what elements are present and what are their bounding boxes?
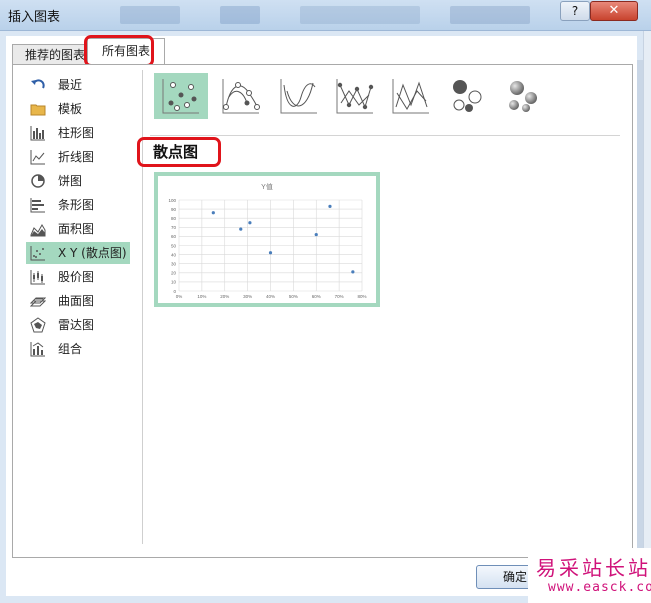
- y-tick-label: 50: [171, 243, 177, 248]
- x-tick-label: 70%: [335, 294, 344, 299]
- sidebar-item-label: 股价图: [58, 270, 95, 284]
- sidebar-item-area[interactable]: 面积图: [26, 218, 130, 240]
- scatter-point: [211, 211, 215, 215]
- sidebar-item-label: 饼图: [58, 174, 83, 188]
- window-edge: [643, 0, 651, 603]
- scatter-point: [328, 204, 332, 208]
- sidebar-item-label: 条形图: [58, 198, 95, 212]
- window-title: 插入图表: [8, 10, 61, 25]
- scatter-point: [268, 251, 273, 255]
- scatter-straight-lines-markers-icon: [336, 79, 374, 114]
- scatter-smooth-lines-markers-icon: [222, 79, 260, 114]
- x-tick-label: 40%: [266, 294, 275, 299]
- sidebar-item-pie[interactable]: 饼图: [26, 170, 130, 192]
- x-tick-label: 30%: [243, 294, 252, 299]
- window-scrollbar[interactable]: [637, 60, 643, 600]
- x-tick-label: 60%: [312, 294, 321, 299]
- scatter-point: [248, 221, 252, 225]
- scatter-straight-lines-icon: [392, 79, 429, 114]
- chart-preview[interactable]: Y值 0 10 20 30 40 50 60 70 80 90 100 0% 10% 20% 30% 40%…: [154, 172, 380, 307]
- gallery-separator: [150, 135, 620, 136]
- subtype-scatter-smooth-markers[interactable]: [214, 73, 268, 119]
- y-tick-label: 70: [171, 225, 177, 230]
- sidebar-item-label: 雷达图: [58, 318, 95, 332]
- x-tick-label: 80%: [357, 294, 366, 299]
- recent-icon: [31, 79, 45, 89]
- sidebar-item-label: 柱形图: [58, 126, 95, 140]
- sidebar-item-label: 折线图: [58, 150, 95, 164]
- y-tick-label: 80: [171, 216, 177, 221]
- bar-chart-icon: [30, 198, 45, 213]
- help-button[interactable]: ?: [560, 1, 590, 21]
- preview-chart: Y值 0102030405060708090100 0% 10% 20% 30% 40%…: [168, 182, 367, 299]
- y-tick-label: 60: [171, 234, 177, 239]
- x-tick-label: 10%: [197, 294, 206, 299]
- preview-chart-title: Y值: [261, 182, 273, 191]
- subtype-scatter-smooth[interactable]: [272, 73, 326, 119]
- preview-points: [211, 204, 355, 274]
- background-blur: [450, 6, 530, 24]
- close-button[interactable]: ✕: [590, 1, 638, 21]
- sidebar-item-label: 面积图: [58, 222, 95, 236]
- radar-chart-icon: [30, 317, 46, 333]
- sidebar-item-label: 最近: [58, 78, 83, 92]
- surface-chart-icon: [30, 297, 46, 307]
- combo-chart-icon: [30, 342, 45, 357]
- sidebar-item-label: 曲面图: [58, 294, 95, 308]
- pie-chart-icon: [31, 174, 45, 188]
- sidebar-item-recent[interactable]: 最近: [26, 74, 130, 96]
- sidebar-item-xy-scatter[interactable]: X Y (散点图): [26, 242, 130, 264]
- subtype-scatter[interactable]: [154, 73, 208, 119]
- bubble-icon: [453, 80, 482, 112]
- bubble-3d-icon: [509, 81, 537, 112]
- background-blur: [120, 6, 180, 24]
- watermark-url: www.easck.com: [548, 580, 651, 595]
- x-tick-label: 0%: [176, 294, 183, 299]
- sidebar-item-stock[interactable]: 股价图: [26, 266, 130, 288]
- y-tick-label: 100: [168, 198, 176, 203]
- preview-y-tick-labels: 0102030405060708090100: [168, 198, 176, 294]
- sidebar-item-label: 组合: [58, 342, 83, 356]
- annotation-circle: [137, 137, 221, 167]
- sidebar-item-label: X Y (散点图): [58, 246, 127, 260]
- y-tick-label: 90: [171, 207, 177, 212]
- annotation-circle: [84, 35, 154, 67]
- scatter-chart-icon: [30, 246, 45, 261]
- sidebar-item-line[interactable]: 折线图: [26, 146, 130, 168]
- scatter-point: [239, 227, 243, 231]
- background-blur: [300, 6, 420, 24]
- x-tick-label: 20%: [220, 294, 229, 299]
- scatter-icon: [162, 79, 199, 114]
- background-blur: [220, 6, 260, 24]
- sidebar-item-combo[interactable]: 组合: [26, 338, 130, 360]
- y-tick-label: 30: [171, 262, 177, 267]
- y-tick-label: 20: [171, 271, 177, 276]
- column-chart-icon: [30, 126, 45, 141]
- sidebar-item-column[interactable]: 柱形图: [26, 122, 130, 144]
- folder-icon: [30, 104, 46, 116]
- sidebar-item-surface[interactable]: 曲面图: [26, 290, 130, 312]
- title-bar: 插入图表 ? ✕: [0, 0, 651, 31]
- scatter-point: [351, 270, 355, 274]
- preview-gridlines: [178, 199, 363, 292]
- stock-chart-icon: [30, 270, 45, 285]
- x-tick-label: 50%: [289, 294, 298, 299]
- sidebar-item-radar[interactable]: 雷达图: [26, 314, 130, 336]
- sidebar-item-templates[interactable]: 模板: [26, 98, 130, 120]
- y-tick-label: 10: [171, 280, 177, 285]
- y-tick-label: 40: [171, 252, 177, 257]
- area-chart-icon: [30, 224, 46, 237]
- subtype-scatter-straight[interactable]: [384, 73, 438, 119]
- sidebar-item-label: 模板: [58, 102, 83, 116]
- preview-x-tick-labels: 0% 10% 20% 30% 40% 50% 60% 70% 80%: [176, 294, 367, 299]
- subtype-bubble[interactable]: [440, 73, 494, 119]
- subtype-bubble-3d[interactable]: [496, 73, 550, 119]
- scatter-smooth-lines-icon: [280, 79, 317, 114]
- line-chart-icon: [30, 150, 45, 165]
- scatter-point: [314, 232, 318, 237]
- subtype-scatter-straight-markers[interactable]: [328, 73, 382, 119]
- watermark-text: 易采站长站: [536, 556, 651, 580]
- sidebar-item-bar[interactable]: 条形图: [26, 194, 130, 216]
